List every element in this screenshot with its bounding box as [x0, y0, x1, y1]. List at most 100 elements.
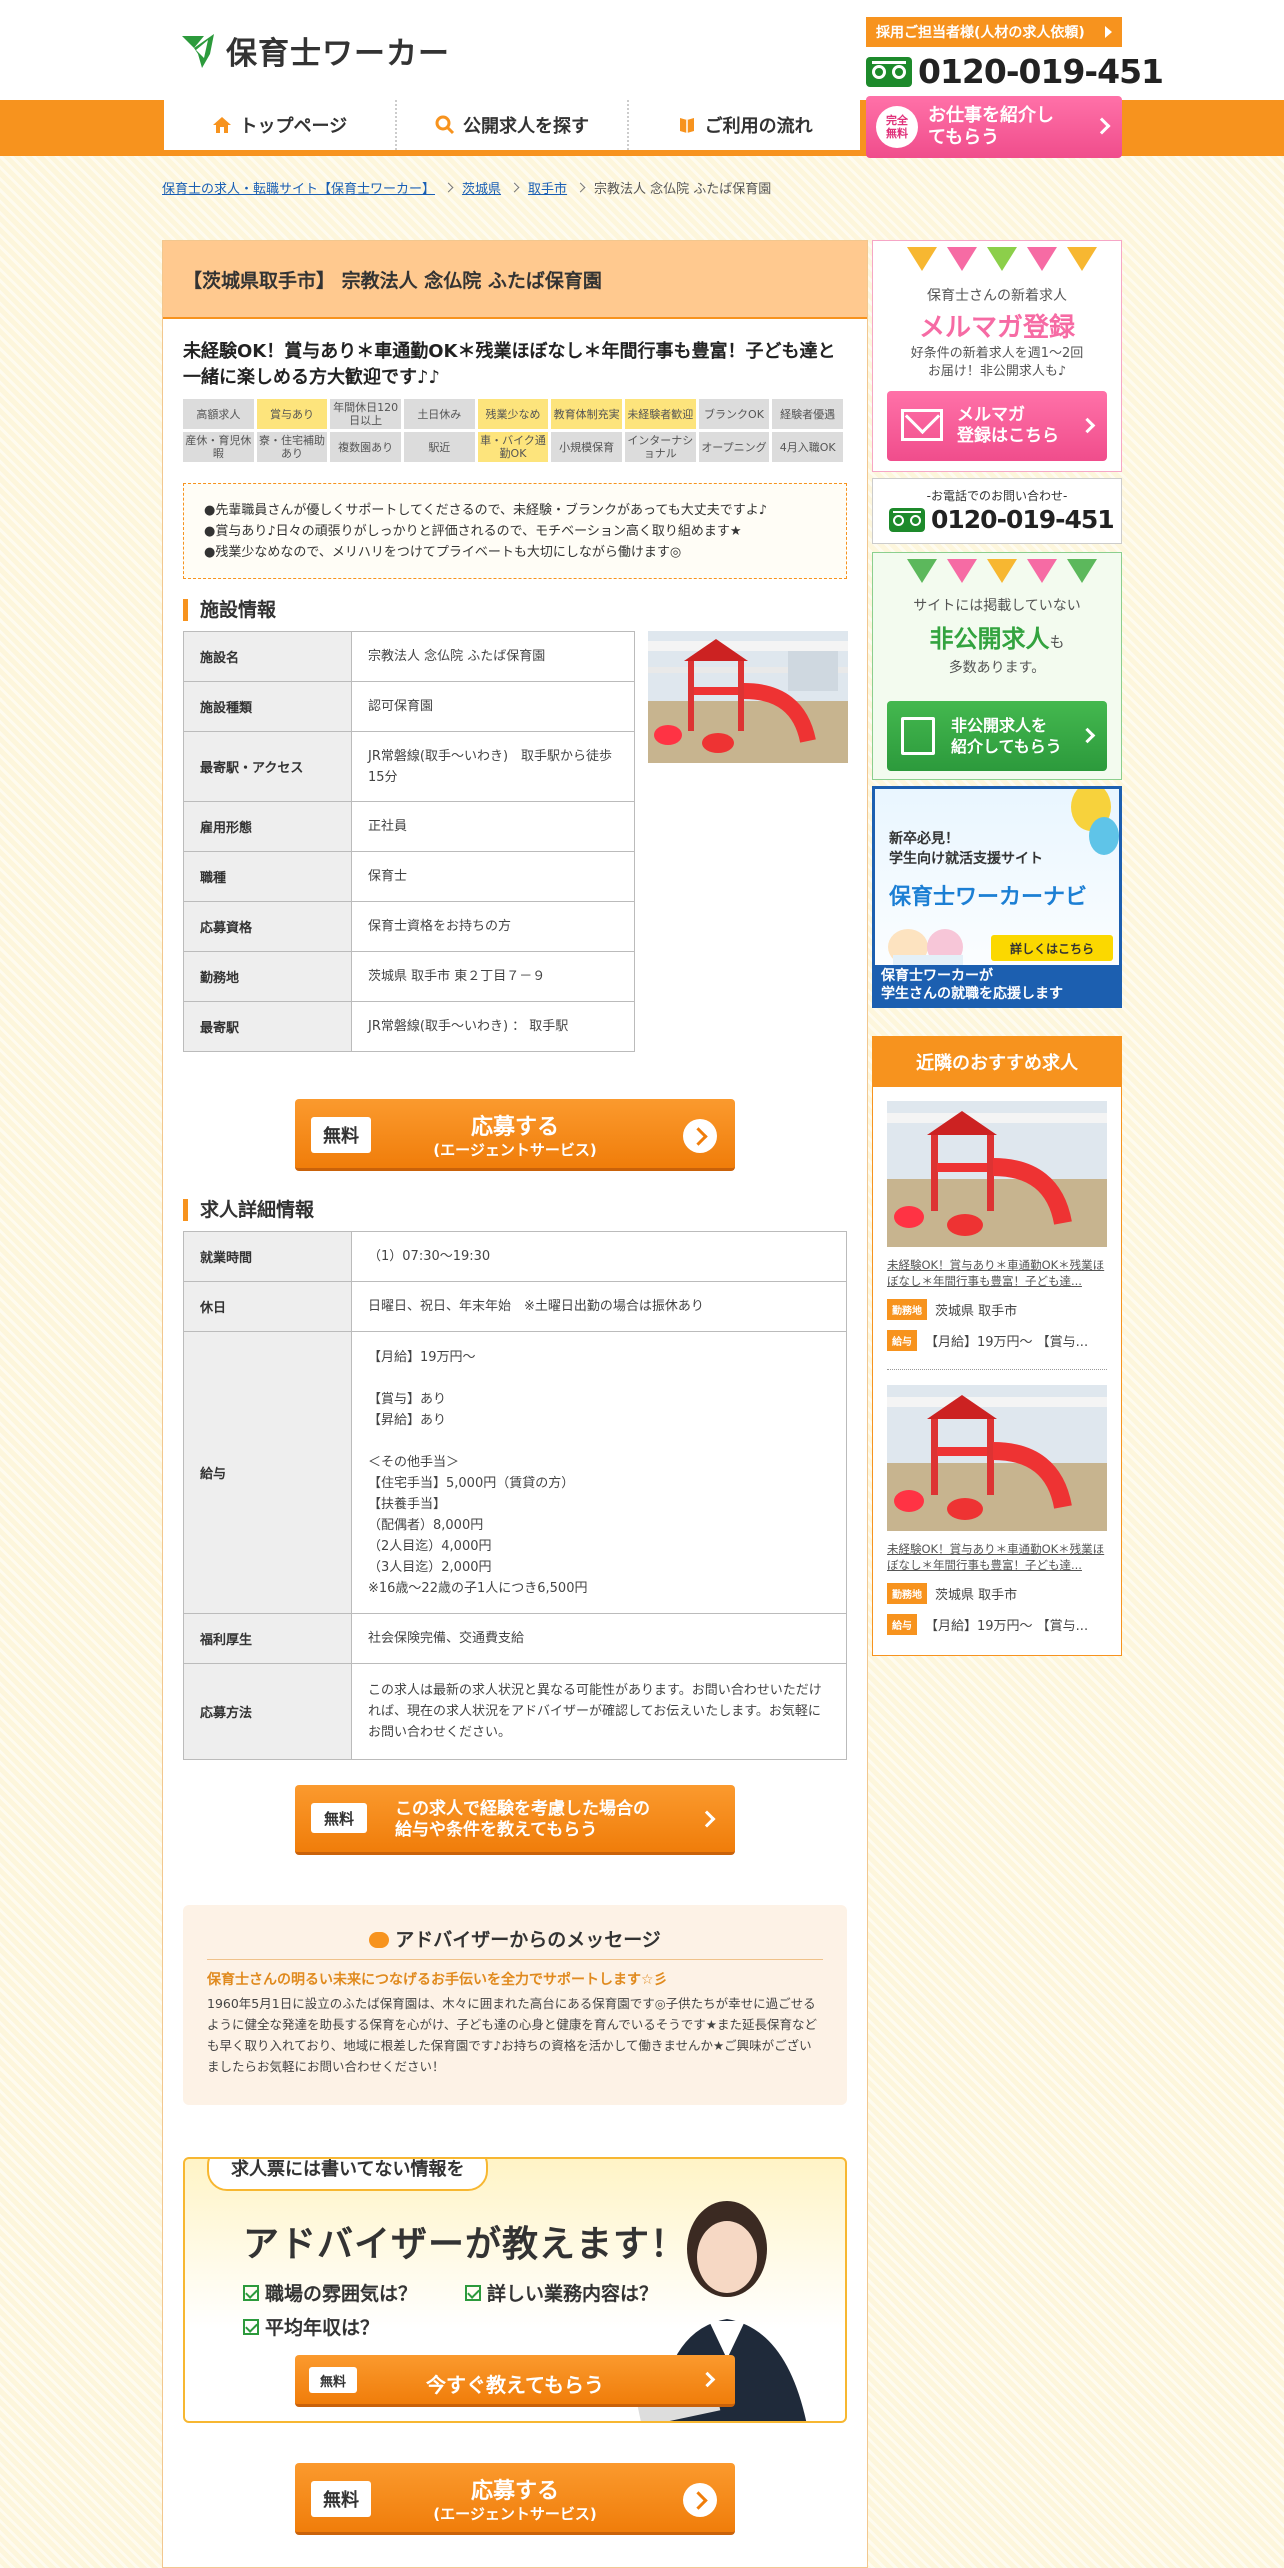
chevron-right-icon: [1079, 727, 1096, 744]
nearby-job-salary: 【月給】19万円～ 【賞与...: [925, 1335, 1089, 1350]
nearby-job-item[interactable]: 未経験OK！賞与あり＊車通勤OK＊残業ほぼなし＊年間行事も豊富！子ども達... …: [887, 1385, 1107, 1635]
site-logo[interactable]: 保育士ワーカー: [180, 28, 450, 73]
advisor-title: アドバイザーからのメッセージ: [183, 1925, 847, 1952]
banner-cta-button[interactable]: 無料 今すぐ教えてもらう: [295, 2355, 735, 2407]
row-value: 【月給】19万円～ 【賞与】あり 【昇給】あり ＜その他手当＞ 【住宅手当】5,…: [351, 1331, 847, 1614]
row-label: 最寄駅・アクセス: [183, 731, 352, 802]
row-label: 給与: [183, 1331, 352, 1614]
table-row: 職種 保育士: [183, 851, 635, 902]
breadcrumb: 保育士の求人・転職サイト【保育士ワーカー】 茨城県 取手市 宗教法人 念仏院 ふ…: [162, 178, 771, 197]
detail-section-title: 求人詳細情報: [183, 1199, 314, 1221]
row-value: （1）07:30〜19:30: [351, 1231, 847, 1282]
header-phone-number: 0120-019-451: [918, 52, 1164, 91]
tel-box[interactable]: -お電話でのお問い合わせ- 0120-019-451: [872, 478, 1122, 544]
nearby-job-location: 茨城県 取手市: [935, 1304, 1018, 1319]
nearby-job-title[interactable]: 未経験OK！賞与あり＊車通勤OK＊残業ほぼなし＊年間行事も豊富！子ども達...: [887, 1257, 1107, 1289]
row-value: JR常磐線(取手～いわき) 取手駅から徒歩15分: [351, 731, 635, 802]
feature-tag: 年間休日120日以上: [330, 399, 401, 429]
row-label: 雇用形態: [183, 801, 352, 852]
row-label: 就業時間: [183, 1231, 352, 1282]
feature-tag: 寮・住宅補助あり: [256, 432, 328, 462]
apply-button-bottom[interactable]: 無料 応募する (エージェントサービス): [295, 2463, 735, 2535]
banner-bubble: 求人票には書いてない情報を: [207, 2159, 489, 2191]
feature-tag: 高額求人: [183, 399, 254, 429]
header-cta-label: お仕事を紹介してもらう: [928, 105, 1054, 148]
navi-more-button[interactable]: 詳しくはこちら: [991, 935, 1113, 961]
private-title-suffix: も: [1049, 633, 1065, 651]
table-row: 就業時間 （1）07:30〜19:30: [183, 1231, 847, 1282]
job-point: ●賞与あり♪日々の頑張りがしっかりと評価されるので、モチベーション高く取り組めま…: [204, 524, 742, 539]
table-row: 最寄駅・アクセス JR常磐線(取手～いわき) 取手駅から徒歩15分: [183, 731, 635, 802]
location-label: 勤務地: [887, 1299, 927, 1320]
breadcrumb-link-home[interactable]: 保育士の求人・転職サイト【保育士ワーカー】: [162, 178, 435, 197]
site-header: 保育士ワーカー 採用ご担当者様(人材の求人依頼) 0120-019-451: [0, 0, 1284, 100]
nearby-job-location: 茨城県 取手市: [935, 1588, 1018, 1603]
table-row: 給与 【月給】19万円～ 【賞与】あり 【昇給】あり ＜その他手当＞ 【住宅手当】…: [183, 1331, 847, 1614]
apply-button[interactable]: 無料 応募する (エージェントサービス): [295, 1099, 735, 1171]
bunting-decoration: [907, 247, 1097, 271]
search-icon: [435, 115, 455, 135]
row-label: 休日: [183, 1281, 352, 1332]
apply-sublabel: (エージェントサービス): [433, 1141, 597, 1159]
feature-tag: 4月入職OK: [772, 432, 843, 462]
nearby-job-salary: 【月給】19万円～ 【賞与...: [925, 1619, 1089, 1634]
chevron-right-icon: [509, 182, 520, 193]
chat-icon: [369, 1932, 390, 1948]
freedial-icon: [889, 507, 925, 532]
breadcrumb-link-city[interactable]: 取手市: [528, 178, 567, 197]
facility-table: 施設名 宗教法人 念仏院 ふたば保育園 施設種類 認可保育園 最寄駅・アクセス JR常磐線…: [183, 631, 635, 1052]
bunting-decoration: [907, 559, 1097, 583]
nav-search[interactable]: 公開求人を探す: [397, 100, 630, 150]
navi-tagline: 新卒必見！ 学生向け就活支援サイト: [889, 831, 1043, 867]
nearby-jobs: 近隣のおすすめ求人 未経験OK！賞与あり＊車通勤OK＊残業ほぼなし＊年間行事も豊…: [872, 1036, 1122, 1656]
document-icon: [901, 717, 935, 755]
tel-label: -お電話でのお問い合わせ-: [926, 489, 1068, 503]
row-label: 施設種類: [183, 681, 352, 732]
breadcrumb-link-prefecture[interactable]: 茨城県: [462, 178, 501, 197]
consult-label: この求人で経験を考慮した場合の給与や条件を教えてもらう: [395, 1799, 650, 1840]
table-row: 応募資格 保育士資格をお持ちの方: [183, 901, 635, 952]
advisor-banner[interactable]: 求人票には書いてない情報を アドバイザーが教えます！ 職場の雰囲気は？ 詳しい業…: [183, 2157, 847, 2423]
mailmag-sub: 保育士さんの新着求人: [927, 288, 1067, 304]
free-badge: 完全無料: [876, 106, 918, 148]
advisor-message: アドバイザーからのメッセージ 保育士さんの明るい未来につなげるお手伝いを全力でサ…: [183, 1905, 847, 2105]
nearby-job-title[interactable]: 未経験OK！賞与あり＊車通勤OK＊残業ほぼなし＊年間行事も豊富！子ども達...: [887, 1541, 1107, 1573]
checkbox-icon: [465, 2284, 481, 2301]
header-cta-button[interactable]: 完全無料 お仕事を紹介してもらう: [866, 96, 1122, 158]
job-points: ●先輩職員さんが優しくサポートしてくださるので、未経験・ブランクがあっても大丈夫…: [183, 483, 847, 579]
chevron-right-icon: [698, 1810, 716, 1828]
nearby-job-item[interactable]: 未経験OK！賞与あり＊車通勤OK＊残業ほぼなし＊年間行事も豊富！子ども達... …: [887, 1101, 1107, 1351]
row-value: 日曜日、祝日、年末年始 ※土曜日出勤の場合は振休あり: [351, 1281, 847, 1332]
triangle-right-icon: [1105, 26, 1112, 38]
header-phone[interactable]: 0120-019-451: [866, 52, 1164, 91]
job-point: ●残業少なめなので、メリハリをつけてプライベートも大切にしながら働けます◎: [204, 545, 682, 560]
private-sub: サイトには掲載していない: [913, 598, 1081, 614]
nav-flow[interactable]: ご利用の流れ: [629, 100, 860, 150]
feature-tag: 教育体制充実: [551, 399, 622, 429]
job-detail-card: 【茨城県取手市】 宗教法人 念仏院 ふたば保育園 未経験OK！賞与あり＊車通勤O…: [162, 240, 868, 2568]
private-button[interactable]: 非公開求人を 紹介してもらう: [887, 701, 1107, 771]
divider: [207, 1959, 823, 1960]
envelope-icon: [901, 409, 943, 441]
feature-tag: 残業少なめ: [477, 399, 549, 429]
row-value: 認可保育園: [351, 681, 635, 732]
feature-tag: 未経験者歓迎: [624, 399, 696, 429]
table-row: 勤務地 茨城県 取手市 東２丁目７－９: [183, 951, 635, 1002]
navi-banner[interactable]: 新卒必見！ 学生向け就活支援サイト 保育士ワーカーナビ 詳しくはこちら 保育士ワ…: [872, 786, 1122, 1008]
consult-button[interactable]: 無料 この求人で経験を考慮した場合の給与や条件を教えてもらう: [295, 1785, 735, 1855]
facility-section-title: 施設情報: [183, 599, 276, 621]
banner-question-text: 平均年収は？: [265, 2317, 380, 2339]
nav-top[interactable]: トップページ: [164, 100, 397, 150]
advisor-body: 1960年5月1日に設立のふたば保育園は、木々に囲まれた高台にある保育園です◎子…: [207, 1996, 817, 2074]
table-row: 雇用形態 正社員: [183, 801, 635, 852]
tel-row: 0120-019-451: [889, 505, 1115, 534]
navi-footer: 保育士ワーカーが 学生さんの就職を応援します: [875, 965, 1119, 1005]
mailmag-title: メルマガ登録: [918, 313, 1075, 343]
salary-label: 給与: [887, 1330, 917, 1351]
freedial-icon: [866, 56, 912, 87]
private-button-label: 非公開求人を 紹介してもらう: [951, 716, 1062, 756]
nearby-job-photo: [887, 1385, 1107, 1531]
row-label: 応募資格: [183, 901, 352, 952]
mailmag-button[interactable]: メルマガ 登録はこちら: [887, 391, 1107, 461]
hr-request-button[interactable]: 採用ご担当者様(人材の求人依頼): [866, 17, 1122, 47]
